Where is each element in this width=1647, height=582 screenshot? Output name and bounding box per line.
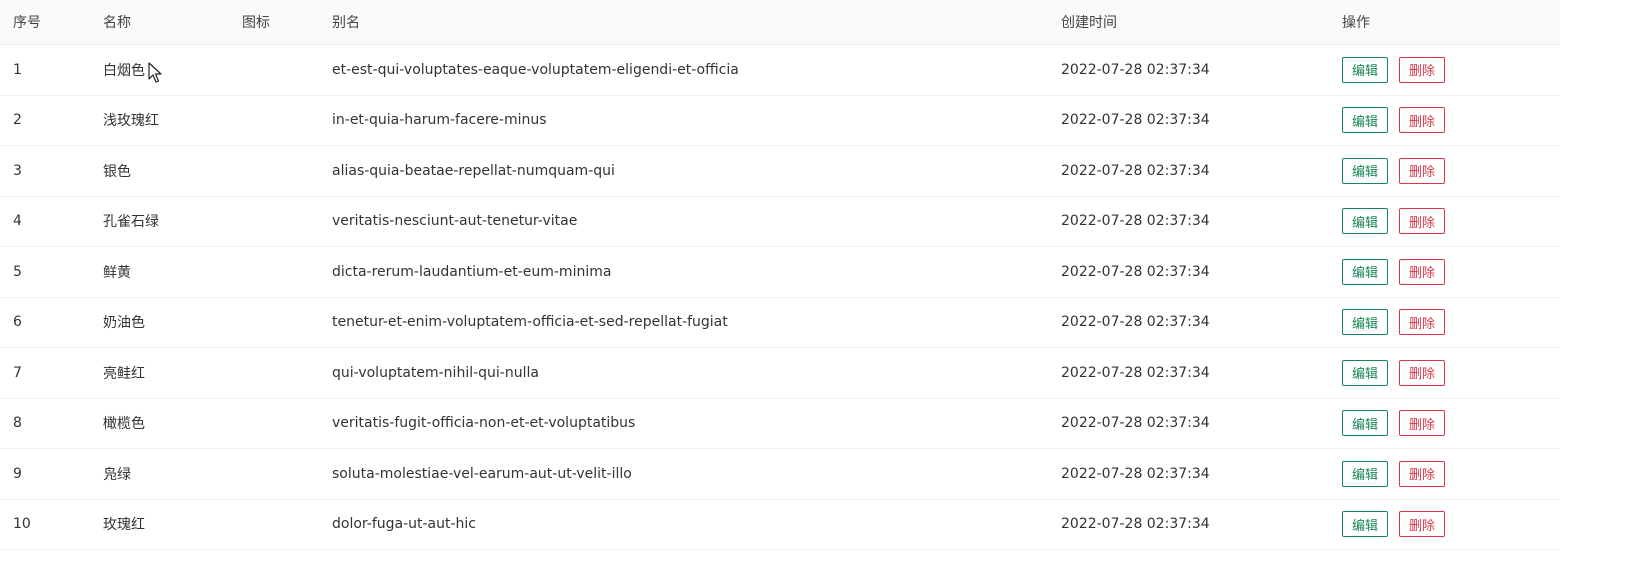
row-alias: veritatis-fugit-officia-non-et-et-volupt…	[332, 415, 636, 432]
table-row[interactable]: 2 浅玫瑰红 in-et-quia-harum-facere-minus 2022-0…	[0, 96, 1560, 146]
edit-button[interactable]: 编辑	[1342, 56, 1388, 83]
column-header-alias[interactable]: 别名	[332, 0, 360, 44]
delete-button[interactable]: 删除	[1399, 56, 1445, 83]
column-header-created[interactable]: 创建时间	[1061, 0, 1117, 44]
table-row[interactable]: 7 亮鲑红 qui-voluptatem-nihil-qui-nulla 2022-0…	[0, 348, 1560, 399]
row-name: 橄榄色	[103, 416, 145, 433]
row-index: 4	[13, 213, 22, 230]
row-actions: 编辑 删除	[1342, 96, 1445, 146]
row-index: 10	[13, 516, 31, 533]
row-alias: dicta-rerum-laudantium-et-eum-minima	[332, 263, 612, 280]
row-created-time: 2022-07-28 02:37:34	[1061, 112, 1210, 129]
edit-button[interactable]: 编辑	[1342, 258, 1388, 285]
table-row[interactable]: 8 橄榄色 veritatis-fugit-officia-non-et-et-vo…	[0, 399, 1560, 449]
edit-button[interactable]: 编辑	[1342, 410, 1388, 437]
row-index: 5	[13, 263, 22, 280]
table-row[interactable]: 3 银色 alias-quia-beatae-repellat-numquam-qu…	[0, 146, 1560, 197]
row-actions: 编辑 删除	[1342, 348, 1445, 398]
edit-button[interactable]: 编辑	[1342, 309, 1388, 336]
row-index: 2	[13, 112, 22, 129]
delete-button[interactable]: 删除	[1399, 309, 1445, 336]
table-header: 序号 名称 图标 别名 创建时间 操作	[0, 0, 1560, 45]
table-row[interactable]: 5 鲜黄 dicta-rerum-laudantium-et-eum-minima 2…	[0, 247, 1560, 298]
delete-button[interactable]: 删除	[1399, 511, 1445, 538]
row-name: 孔雀石绿	[103, 214, 159, 231]
row-name: 鲜黄	[103, 264, 131, 281]
delete-button[interactable]: 删除	[1399, 359, 1445, 386]
row-created-time: 2022-07-28 02:37:34	[1061, 415, 1210, 432]
row-alias: in-et-quia-harum-facere-minus	[332, 112, 547, 129]
row-alias: veritatis-nesciunt-aut-tenetur-vitae	[332, 213, 578, 230]
table-row[interactable]: 4 孔雀石绿 veritatis-nesciunt-aut-tenetur-vita…	[0, 197, 1560, 247]
table-row[interactable]: 10 玫瑰红 dolor-fuga-ut-aut-hic 2022-07-28 02:…	[0, 500, 1560, 550]
row-actions: 编辑 删除	[1342, 500, 1445, 550]
row-alias: soluta-molestiae-vel-earum-aut-ut-velit-…	[332, 465, 632, 482]
row-index: 9	[13, 465, 22, 482]
row-alias: tenetur-et-enim-voluptatem-officia-et-se…	[332, 314, 728, 331]
row-alias: et-est-qui-voluptates-eaque-voluptatem-e…	[332, 61, 739, 78]
row-actions: 编辑 删除	[1342, 247, 1445, 297]
row-name: 凫绿	[103, 466, 131, 483]
row-name: 奶油色	[103, 315, 145, 332]
row-index: 8	[13, 415, 22, 432]
row-index: 7	[13, 364, 22, 381]
delete-button[interactable]: 删除	[1399, 208, 1445, 235]
row-created-time: 2022-07-28 02:37:34	[1061, 516, 1210, 533]
column-header-name[interactable]: 名称	[103, 0, 131, 44]
edit-button[interactable]: 编辑	[1342, 460, 1388, 487]
row-created-time: 2022-07-28 02:37:34	[1061, 213, 1210, 230]
row-actions: 编辑 删除	[1342, 197, 1445, 247]
delete-button[interactable]: 删除	[1399, 107, 1445, 134]
row-actions: 编辑 删除	[1342, 399, 1445, 449]
row-index: 1	[13, 61, 22, 78]
row-created-time: 2022-07-28 02:37:34	[1061, 364, 1210, 381]
row-created-time: 2022-07-28 02:37:34	[1061, 61, 1210, 78]
row-index: 3	[13, 162, 22, 179]
edit-button[interactable]: 编辑	[1342, 359, 1388, 386]
row-name: 玫瑰红	[103, 517, 145, 534]
row-name: 白烟色	[103, 62, 145, 79]
table-body: 1 白烟色 et-est-qui-voluptates-eaque-voluptat…	[0, 45, 1560, 550]
row-index: 6	[13, 314, 22, 331]
row-actions: 编辑 删除	[1342, 298, 1445, 348]
row-created-time: 2022-07-28 02:37:34	[1061, 465, 1210, 482]
column-header-index[interactable]: 序号	[13, 0, 41, 44]
edit-button[interactable]: 编辑	[1342, 157, 1388, 184]
row-actions: 编辑 删除	[1342, 449, 1445, 499]
row-actions: 编辑 删除	[1342, 45, 1445, 95]
row-name: 亮鲑红	[103, 365, 145, 382]
data-table: 序号 名称 图标 别名 创建时间 操作 1 白烟色 et-est-qui-volup…	[0, 0, 1560, 550]
edit-button[interactable]: 编辑	[1342, 107, 1388, 134]
row-actions: 编辑 删除	[1342, 146, 1445, 196]
row-alias: alias-quia-beatae-repellat-numquam-qui	[332, 162, 615, 179]
delete-button[interactable]: 删除	[1399, 157, 1445, 184]
column-header-icon[interactable]: 图标	[242, 0, 270, 44]
column-header-actions: 操作	[1342, 15, 1370, 31]
table-row[interactable]: 9 凫绿 soluta-molestiae-vel-earum-aut-ut-vel…	[0, 449, 1560, 500]
edit-button[interactable]: 编辑	[1342, 511, 1388, 538]
table-row[interactable]: 6 奶油色 tenetur-et-enim-voluptatem-officia-e…	[0, 298, 1560, 348]
edit-button[interactable]: 编辑	[1342, 208, 1388, 235]
row-created-time: 2022-07-28 02:37:34	[1061, 263, 1210, 280]
table-row[interactable]: 1 白烟色 et-est-qui-voluptates-eaque-voluptat…	[0, 45, 1560, 96]
row-name: 浅玫瑰红	[103, 113, 159, 130]
row-name: 银色	[103, 163, 131, 180]
delete-button[interactable]: 删除	[1399, 460, 1445, 487]
delete-button[interactable]: 删除	[1399, 258, 1445, 285]
delete-button[interactable]: 删除	[1399, 410, 1445, 437]
row-created-time: 2022-07-28 02:37:34	[1061, 162, 1210, 179]
row-alias: qui-voluptatem-nihil-qui-nulla	[332, 364, 539, 381]
row-created-time: 2022-07-28 02:37:34	[1061, 314, 1210, 331]
row-alias: dolor-fuga-ut-aut-hic	[332, 516, 477, 533]
